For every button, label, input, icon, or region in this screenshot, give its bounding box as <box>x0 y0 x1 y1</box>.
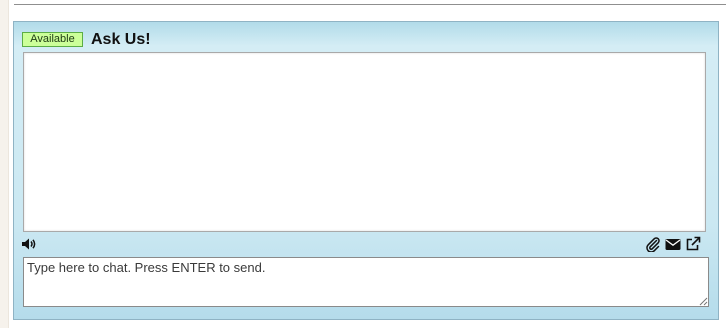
status-badge: Available <box>22 32 83 47</box>
page: Available Ask Us! <box>0 0 726 328</box>
external-link-icon[interactable] <box>685 236 701 252</box>
chat-input[interactable] <box>23 257 709 307</box>
paperclip-icon[interactable] <box>645 236 661 252</box>
chat-transcript[interactable] <box>23 52 706 232</box>
chat-title: Ask Us! <box>91 31 151 48</box>
resize-grip-icon[interactable] <box>698 296 708 306</box>
envelope-icon[interactable] <box>665 236 681 252</box>
sound-icon[interactable] <box>21 236 37 252</box>
left-margin-strip <box>0 0 9 328</box>
chat-toolbar <box>21 236 707 254</box>
horizontal-divider <box>14 4 726 5</box>
chat-widget: Available Ask Us! <box>13 21 719 320</box>
